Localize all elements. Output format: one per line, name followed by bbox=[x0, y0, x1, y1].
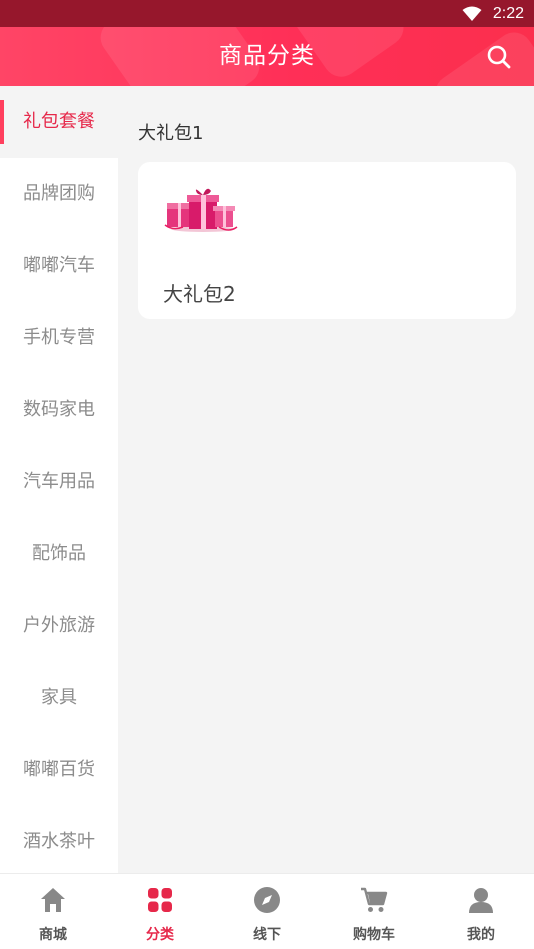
sidebar-item-liquor-tea[interactable]: 酒水茶叶 bbox=[0, 806, 118, 878]
tab-mall[interactable]: 商城 bbox=[0, 874, 106, 949]
tab-label: 购物车 bbox=[353, 927, 395, 943]
tab-cart[interactable]: 购物车 bbox=[321, 874, 427, 949]
wifi-icon bbox=[462, 6, 482, 21]
sidebar-item-label: 酒水茶叶 bbox=[23, 831, 95, 852]
tab-label: 商城 bbox=[39, 927, 67, 943]
tab-label: 我的 bbox=[467, 927, 495, 943]
active-indicator bbox=[0, 100, 4, 144]
sidebar-item-dudu-auto[interactable]: 嘟嘟汽车 bbox=[0, 230, 118, 302]
status-bar: 2:22 bbox=[0, 0, 534, 27]
tab-offline[interactable]: 线下 bbox=[214, 874, 320, 949]
sidebar-item-label: 家具 bbox=[41, 687, 77, 708]
sidebar-item-mobile[interactable]: 手机专营 bbox=[0, 302, 118, 374]
category-sidebar: 礼包套餐 品牌团购 嘟嘟汽车 手机专营 数码家电 汽车用品 配饰品 户外旅游 家… bbox=[0, 86, 118, 873]
category-content: 大礼包1 大礼包2 bbox=[118, 86, 534, 873]
sidebar-item-label: 嘟嘟汽车 bbox=[23, 255, 95, 276]
sidebar-item-furniture[interactable]: 家具 bbox=[0, 662, 118, 734]
sidebar-item-outdoor-travel[interactable]: 户外旅游 bbox=[0, 590, 118, 662]
sidebar-item-label: 汽车用品 bbox=[23, 471, 95, 492]
home-icon bbox=[41, 888, 65, 912]
sidebar-item-accessories[interactable]: 配饰品 bbox=[0, 518, 118, 590]
user-icon bbox=[469, 888, 493, 913]
app-header: 商品分类 bbox=[0, 27, 534, 86]
product-name: 大礼包2 bbox=[163, 282, 236, 306]
cart-icon bbox=[361, 887, 388, 912]
bottom-tab-bar: 商城 分类 线下 购物车 我的 bbox=[0, 873, 534, 949]
sidebar-item-brand-group-buy[interactable]: 品牌团购 bbox=[0, 158, 118, 230]
section-title: 大礼包1 bbox=[138, 123, 204, 144]
category-grid-icon bbox=[148, 888, 172, 912]
sidebar-item-digital-appliances[interactable]: 数码家电 bbox=[0, 374, 118, 446]
search-icon[interactable] bbox=[486, 44, 512, 70]
tab-label: 线下 bbox=[253, 927, 281, 943]
sidebar-item-gift-package[interactable]: 礼包套餐 bbox=[0, 86, 118, 158]
sidebar-item-label: 品牌团购 bbox=[23, 183, 95, 204]
sidebar-item-label: 户外旅游 bbox=[23, 615, 95, 636]
sidebar-item-label: 手机专营 bbox=[23, 327, 95, 348]
tab-mine[interactable]: 我的 bbox=[428, 874, 534, 949]
sidebar-item-label: 配饰品 bbox=[32, 543, 86, 564]
sidebar-item-dudu-department-store[interactable]: 嘟嘟百货 bbox=[0, 734, 118, 806]
sidebar-item-label: 嘟嘟百货 bbox=[23, 759, 95, 780]
gift-box-icon bbox=[164, 188, 238, 232]
product-card[interactable]: 大礼包2 bbox=[138, 162, 516, 319]
tab-label: 分类 bbox=[146, 927, 174, 943]
sidebar-item-label: 数码家电 bbox=[23, 399, 95, 420]
sidebar-item-car-supplies[interactable]: 汽车用品 bbox=[0, 446, 118, 518]
status-time: 2:22 bbox=[492, 5, 524, 22]
compass-icon bbox=[254, 887, 280, 913]
tab-category[interactable]: 分类 bbox=[107, 874, 213, 949]
sidebar-item-label: 礼包套餐 bbox=[23, 111, 95, 132]
page-title: 商品分类 bbox=[219, 43, 315, 69]
